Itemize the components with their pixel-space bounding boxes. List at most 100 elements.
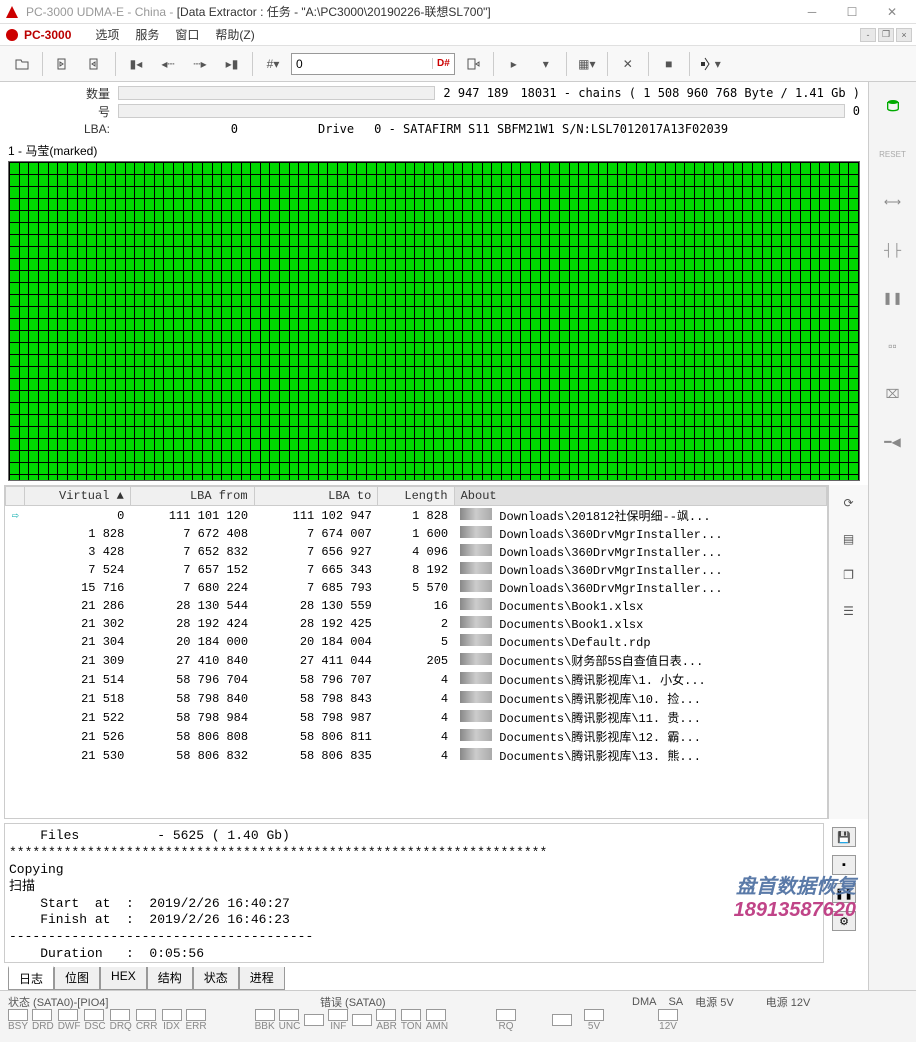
toolbar: ▮◂ ◂┄ ┄▸ ▸▮ #▾ D# ▸ ▾ ▦▾ ✕ ■ ▾ <box>0 46 916 82</box>
column-header[interactable]: Length <box>378 487 454 506</box>
goto-button[interactable] <box>459 50 487 78</box>
table-row[interactable]: 3 4287 652 8327 656 9274 096 Downloads\3… <box>6 543 827 561</box>
log-output[interactable]: Files - 5625 ( 1.40 Gb) ****************… <box>4 823 824 963</box>
lba-value: 0 <box>178 122 238 136</box>
status-indicator <box>8 1009 28 1021</box>
app-name: PC-3000 <box>24 28 71 42</box>
address-input-wrap: D# <box>291 53 455 75</box>
table-doc-icon[interactable]: ☰ <box>835 597 863 625</box>
bottom-tabs: 日志 位图 HEX 结构 状态 进程 <box>0 967 868 990</box>
table-row[interactable]: 21 52658 806 80858 806 8114 Documents\腾讯… <box>6 727 827 746</box>
table-row[interactable]: 21 30228 192 42428 192 4252 Documents\Bo… <box>6 615 827 633</box>
table-row[interactable]: ⇨0111 101 120111 102 9471 828 Downloads\… <box>6 506 827 526</box>
title-bar: PC-3000 UDMA-E - China - [Data Extractor… <box>0 0 916 24</box>
window-title: PC-3000 UDMA-E - China - [Data Extractor… <box>26 3 792 20</box>
dma-label: DMA <box>632 996 656 1008</box>
tools-button[interactable]: ✕ <box>614 50 642 78</box>
exit-button[interactable]: ▾ <box>696 50 724 78</box>
sa-label: SA <box>668 996 683 1008</box>
tab-struct[interactable]: 结构 <box>147 967 193 990</box>
address-input[interactable] <box>292 57 432 71</box>
column-header[interactable]: LBA from <box>130 487 254 506</box>
tab-log[interactable]: 日志 <box>8 966 54 990</box>
chains-value: 18031 - chains ( 1 508 960 768 Byte / 1.… <box>520 86 860 100</box>
menu-bar: PC-3000 选项 服务 窗口 帮助(Z) - ❐ × <box>0 24 916 46</box>
status-indicator <box>376 1009 396 1021</box>
maximize-button[interactable]: ☐ <box>832 0 872 24</box>
status-indicator <box>162 1009 182 1021</box>
export-button[interactable] <box>81 50 109 78</box>
tab-hex[interactable]: HEX <box>100 967 147 990</box>
stop-button[interactable]: ■ <box>655 50 683 78</box>
status-indicator <box>352 1014 372 1026</box>
table-row[interactable]: 21 53058 806 83258 806 8354 Documents\腾讯… <box>6 746 827 765</box>
status-indicator <box>186 1009 206 1021</box>
menu-window[interactable]: 窗口 <box>167 26 207 43</box>
table-row[interactable]: 15 7167 680 2247 685 7935 570 Downloads\… <box>6 579 827 597</box>
pwr12-label: 电源 12V <box>766 994 811 1010</box>
table-refresh-icon[interactable]: ⟳ <box>835 489 863 517</box>
chain-table[interactable]: Virtual ▲LBA fromLBA toLengthAbout ⇨0111… <box>4 485 828 819</box>
pause-icon[interactable]: ❚❚ <box>877 282 909 314</box>
lba-label: LBA: <box>8 122 118 136</box>
status-indicator <box>426 1009 446 1021</box>
column-header[interactable]: LBA to <box>254 487 378 506</box>
import-button[interactable] <box>49 50 77 78</box>
menu-services[interactable]: 服务 <box>127 26 167 43</box>
log-save-icon[interactable]: 💾 <box>832 827 856 847</box>
log-disk-icon[interactable]: ▪ <box>832 855 856 875</box>
num-value: 0 <box>853 104 860 118</box>
open-button[interactable] <box>8 50 36 78</box>
table-row[interactable]: 21 52258 798 98458 798 9874 Documents\腾讯… <box>6 708 827 727</box>
table-row[interactable]: 21 28628 130 54428 130 55916 Documents\B… <box>6 597 827 615</box>
table-row[interactable]: 21 51458 796 70458 796 7074 Documents\腾讯… <box>6 670 827 689</box>
column-header[interactable]: About <box>454 487 826 506</box>
menu-options[interactable]: 选项 <box>87 26 127 43</box>
minimize-button[interactable]: ─ <box>792 0 832 24</box>
table-row[interactable]: 21 30420 184 00020 184 0045 Documents\De… <box>6 633 827 651</box>
next-button[interactable]: ┄▸ <box>186 50 214 78</box>
table-copy-icon[interactable]: ❐ <box>835 561 863 589</box>
tab-process[interactable]: 进程 <box>239 967 285 990</box>
column-header[interactable]: Virtual ▲ <box>25 487 131 506</box>
sector-map[interactable] <box>8 161 860 481</box>
last-button[interactable]: ▸▮ <box>218 50 246 78</box>
hash-button[interactable]: #▾ <box>259 50 287 78</box>
first-button[interactable]: ▮◂ <box>122 50 150 78</box>
qty-label: 数量 <box>8 85 118 102</box>
table-row[interactable]: 21 30927 410 84027 411 044205 Documents\… <box>6 651 827 670</box>
mdi-close[interactable]: × <box>896 28 912 42</box>
slider-icon[interactable]: ┤├ <box>877 234 909 266</box>
status-indicator <box>84 1009 104 1021</box>
status-indicator <box>32 1009 52 1021</box>
address-badge: D# <box>432 58 454 69</box>
mdi-minimize[interactable]: - <box>860 28 876 42</box>
column-header[interactable] <box>6 487 25 506</box>
mdi-restore[interactable]: ❐ <box>878 28 894 42</box>
tab-bitmap[interactable]: 位图 <box>54 967 100 990</box>
range-icon[interactable]: ⟷ <box>877 186 909 218</box>
prev-button[interactable]: ◂┄ <box>154 50 182 78</box>
table-row[interactable]: 21 51858 798 84058 798 8434 Documents\腾讯… <box>6 689 827 708</box>
log-pause-icon[interactable]: ❚❚ <box>832 883 856 903</box>
db-icon[interactable] <box>877 90 909 122</box>
tab-status[interactable]: 状态 <box>193 967 239 990</box>
grid-button[interactable]: ▦▾ <box>573 50 601 78</box>
align-icon[interactable]: ▫▫ <box>877 330 909 362</box>
status-indicator <box>658 1009 678 1021</box>
table-row[interactable]: 1 8287 672 4087 674 0071 600 Downloads\3… <box>6 525 827 543</box>
connect-icon[interactable]: ━◀ <box>877 426 909 458</box>
drive-label: Drive <box>318 122 354 136</box>
drive-value: 0 - SATAFIRM S11 SBFM21W1 S/N:LSL7012017… <box>374 122 728 136</box>
close-button[interactable]: ✕ <box>872 0 912 24</box>
table-row[interactable]: 7 5247 657 1527 665 3438 192 Downloads\3… <box>6 561 827 579</box>
log-settings-icon[interactable]: ⚙ <box>832 911 856 931</box>
table-export-icon[interactable]: ▤ <box>835 525 863 553</box>
close-panel-icon[interactable]: ⌧ <box>877 378 909 410</box>
menu-help[interactable]: 帮助(Z) <box>207 26 262 43</box>
play-button[interactable]: ▸ <box>500 50 528 78</box>
play-menu-button[interactable]: ▾ <box>532 50 560 78</box>
map-label: 1 - 马莹(marked) <box>0 140 868 161</box>
reset-icon[interactable]: RESET <box>877 138 909 170</box>
qty-bar <box>118 86 435 100</box>
